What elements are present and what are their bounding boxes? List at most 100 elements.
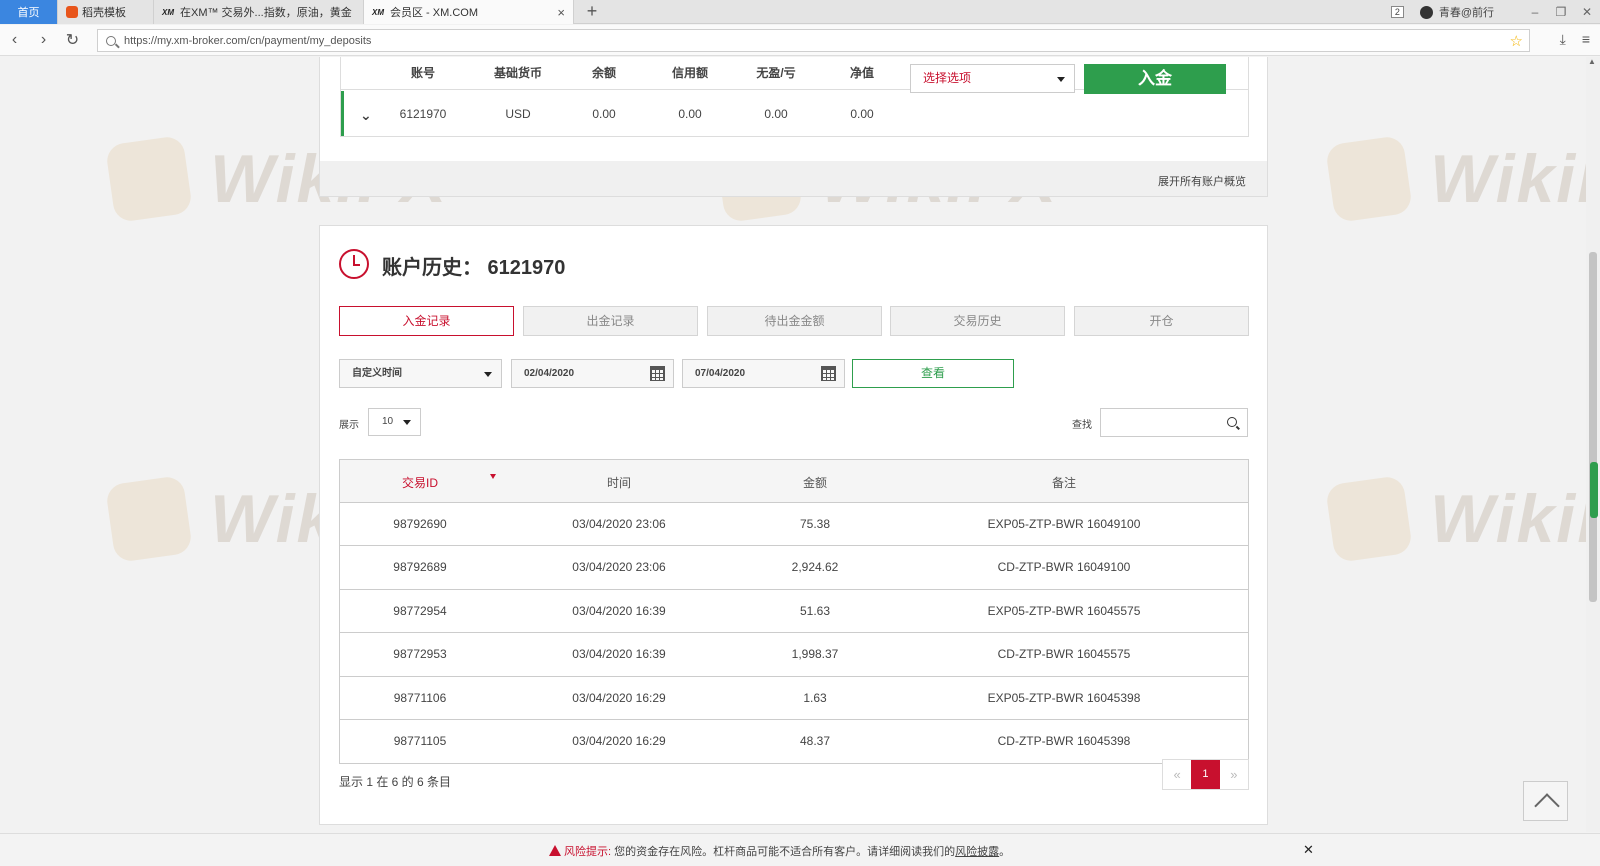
docer-icon [66, 6, 78, 18]
expand-accounts-link[interactable]: 展开所有账户概览 [1158, 173, 1246, 189]
tab-label: 首页 [17, 7, 40, 19]
cell-note: EXP05-ZTP-BWR 16049100 [987, 517, 1141, 531]
tab-withdrawals[interactable]: 出金记录 [523, 306, 698, 336]
col-note[interactable]: 备注 [1052, 474, 1076, 491]
account-credit: 0.00 [678, 107, 702, 121]
tab-close-icon[interactable]: × [557, 5, 565, 20]
url-text: https://my.xm-broker.com/cn/payment/my_d… [124, 34, 372, 47]
tab-trade-history[interactable]: 交易历史 [890, 306, 1065, 336]
col-equity: 净值 [849, 66, 875, 80]
download-icon[interactable]: ⤓ [1560, 31, 1566, 48]
avatar[interactable] [1419, 5, 1433, 19]
date-from-input[interactable]: 02/04/2020 [511, 359, 674, 388]
account-row: ⌄ 6121970 USD 0.00 0.00 0.00 0.00 [341, 91, 1248, 136]
action-select-label: 选择选项 [923, 71, 972, 85]
cell-note: EXP05-ZTP-BWR 16045398 [987, 690, 1141, 705]
minimize-icon[interactable]: – [1522, 5, 1548, 19]
calendar-icon[interactable] [650, 366, 665, 381]
watermark-logo: WikiFX [1324, 134, 1600, 224]
restore-icon[interactable]: ❐ [1548, 5, 1574, 19]
col-transaction-id[interactable]: 交易ID [402, 474, 438, 491]
close-window-icon[interactable]: ✕ [1574, 5, 1600, 19]
scrollbar-thumb[interactable] [1589, 252, 1597, 602]
new-tab-button[interactable]: + [574, 0, 610, 23]
forward-icon[interactable]: › [29, 31, 58, 49]
col-amount[interactable]: 金额 [803, 474, 827, 491]
sort-desc-icon [490, 474, 496, 479]
back-to-top-button[interactable] [1523, 781, 1568, 821]
side-widget[interactable] [1590, 462, 1598, 518]
caret-down-icon [1057, 77, 1065, 82]
page-scrollbar[interactable]: ▲ [1586, 57, 1600, 832]
menu-icon[interactable]: ≡ [1582, 31, 1590, 48]
cell-amount: 1,998.37 [791, 647, 839, 662]
tab-home[interactable]: 首页 [0, 0, 58, 24]
col-currency: 基础货币 [493, 66, 543, 80]
tab-xm-home[interactable]: XM 在XM™ 交易外...指数，原油，黄金 [154, 0, 364, 24]
cell-note: CD-ZTP-BWR 16049100 [997, 560, 1131, 575]
page-title: 账户历史： 6121970 [382, 257, 566, 279]
search-icon[interactable] [1227, 417, 1237, 427]
url-input[interactable]: https://my.xm-broker.com/cn/payment/my_d… [97, 29, 1530, 52]
cell-time: 03/04/2020 16:29 [572, 733, 666, 748]
search-icon [106, 35, 116, 46]
page-length-value: 10 [382, 416, 394, 427]
col-credit: 信用额 [671, 66, 709, 80]
period-select[interactable]: 自定义时间 [339, 359, 502, 388]
address-bar: ‹ › ↻ https://my.xm-broker.com/cn/paymen… [0, 25, 1600, 56]
back-icon[interactable]: ‹ [0, 31, 29, 49]
caret-down-icon [484, 372, 492, 377]
cell-amount: 1.63 [803, 690, 827, 705]
cell-time: 03/04/2020 16:39 [572, 603, 666, 618]
reload-icon[interactable]: ↻ [58, 30, 87, 50]
deposit-button[interactable]: 入金 [1084, 64, 1226, 94]
tab-pending-withdrawals[interactable]: 待出金金额 [707, 306, 882, 336]
scroll-up-icon[interactable]: ▲ [1588, 57, 1596, 66]
risk-label: 风险提示: [564, 846, 612, 858]
account-balance: 0.00 [592, 107, 616, 121]
tab-docer[interactable]: 稻壳模板 [58, 0, 154, 24]
cell-amount: 2,924.62 [791, 560, 839, 575]
cell-note: EXP05-ZTP-BWR 16045575 [987, 603, 1141, 618]
accounts-card: 账号 基础货币 余额 信用额 无盈/亏 净值 操作 ⌄ 6121970 USD … [319, 57, 1268, 197]
tab-open-positions[interactable]: 开仓 [1074, 306, 1249, 336]
calendar-icon[interactable] [821, 366, 836, 381]
col-balance: 余额 [591, 66, 617, 80]
tab-xm-members[interactable]: XM 会员区 - XM.COM × [364, 0, 574, 24]
risk-warning: 风险提示: 您的资金存在风险。杠杆商品可能不适合所有客户。请详细阅读我们的风险披… [549, 843, 1010, 859]
pagination: « 1 » [1162, 759, 1249, 790]
col-account: 账号 [410, 66, 436, 80]
bookmark-star-icon[interactable]: ☆ [1510, 32, 1523, 50]
next-page-button[interactable]: » [1220, 760, 1248, 789]
caret-down-icon [403, 420, 411, 425]
view-button[interactable]: 查看 [852, 359, 1014, 388]
cell-time: 03/04/2020 23:06 [572, 517, 666, 531]
chevron-down-icon[interactable]: ⌄ [360, 107, 372, 124]
cell-time: 03/04/2020 23:06 [572, 560, 666, 575]
user-name[interactable]: 青春@前行 [1439, 4, 1494, 20]
action-select[interactable]: 选择选项 [910, 64, 1075, 93]
table-row: 98772953 03/04/2020 16:39 1,998.37 CD-ZT… [340, 633, 1248, 677]
risk-text: 您的资金存在风险。杠杆商品可能不适合所有客户。请详细阅读我们的 [614, 846, 956, 858]
cell-note: CD-ZTP-BWR 16045575 [997, 647, 1131, 662]
cell-id: 98792690 [393, 517, 447, 531]
risk-disclosure-link[interactable]: 风险披露 [955, 846, 999, 858]
account-currency: USD [505, 107, 531, 121]
cell-time: 03/04/2020 16:29 [572, 690, 666, 705]
table-row: 98772954 03/04/2020 16:39 51.63 EXP05-ZT… [340, 590, 1248, 634]
page-1-button[interactable]: 1 [1191, 760, 1220, 789]
page-length-select[interactable]: 10 [368, 408, 421, 436]
tab-deposits[interactable]: 入金记录 [339, 306, 514, 336]
tab-count-badge[interactable]: 2 [1390, 6, 1404, 18]
expand-bar: 展开所有账户概览 [320, 161, 1267, 196]
prev-page-button[interactable]: « [1163, 760, 1191, 789]
browser-tab-bar: 首页 稻壳模板 XM 在XM™ 交易外...指数，原油，黄金 XM 会员区 - XM… [0, 0, 1600, 24]
close-icon[interactable]: ✕ [1303, 842, 1314, 858]
date-to-input[interactable]: 07/04/2020 [682, 359, 845, 388]
period-select-label: 自定义时间 [352, 368, 402, 379]
history-tabs: 入金记录 出金记录 待出金金额 交易历史 开仓 [339, 306, 1249, 336]
col-time[interactable]: 时间 [607, 474, 631, 491]
table-header: 交易ID 时间 金额 备注 [340, 460, 1248, 503]
search-input[interactable] [1100, 408, 1248, 437]
deposits-table: 交易ID 时间 金额 备注 98792690 03/04/2020 23:06 … [339, 459, 1249, 765]
